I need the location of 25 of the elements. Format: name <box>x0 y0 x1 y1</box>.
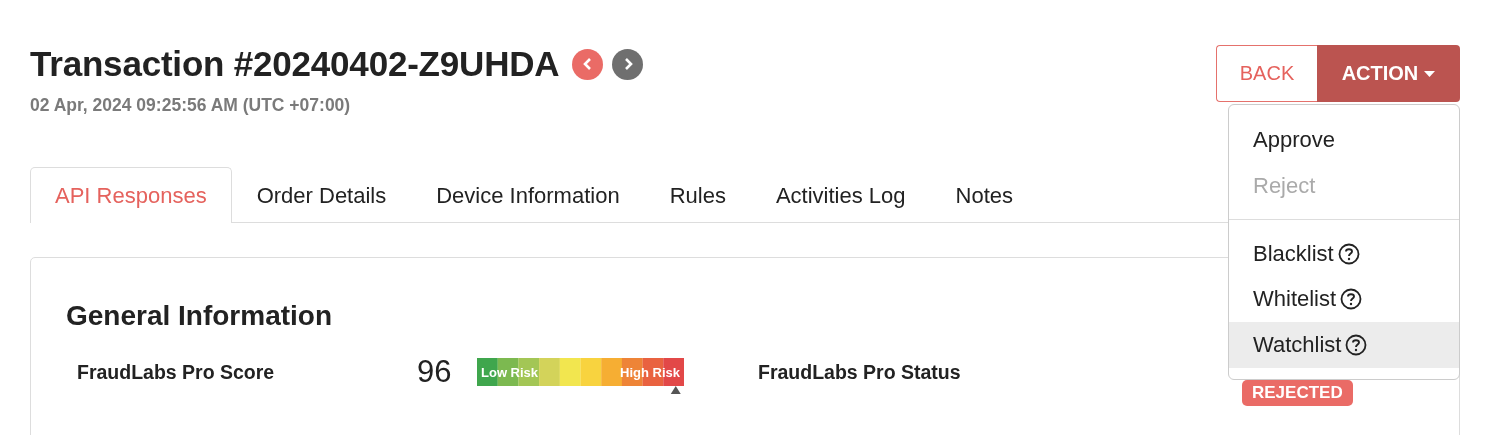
tab[interactable]: Rules <box>644 167 751 223</box>
menu-item[interactable]: Approve <box>1229 117 1459 163</box>
score-label: FraudLabs Pro Score <box>77 360 276 384</box>
tab[interactable]: Order Details <box>231 167 412 223</box>
help-icon[interactable] <box>1340 288 1363 310</box>
caret-icon <box>1424 70 1436 77</box>
low-risk-label: Low Risk <box>481 365 539 380</box>
help-icon[interactable] <box>1345 334 1368 356</box>
high-risk-label: High Risk <box>620 365 680 380</box>
transaction-title: Transaction #20240402-Z9UHDA <box>30 44 560 84</box>
card-title: General Information <box>66 300 333 332</box>
menu-item[interactable]: Watchlist <box>1229 322 1459 368</box>
tab[interactable]: Activities Log <box>750 167 931 223</box>
help-icon[interactable] <box>1337 242 1360 265</box>
tab[interactable]: Device Information <box>411 167 645 223</box>
next-button[interactable] <box>612 48 644 80</box>
menu-item[interactable]: Blacklist <box>1229 219 1459 276</box>
previous-button[interactable] <box>572 48 604 80</box>
status-badge: REJECTED <box>1242 380 1353 406</box>
action-button[interactable]: ACTION <box>1317 45 1460 102</box>
tab[interactable]: Notes <box>930 167 1038 223</box>
score-value: 96 <box>417 354 453 390</box>
status-label: FraudLabs Pro Status <box>758 360 962 384</box>
transaction-date: 02 Apr, 2024 09:25:56 AM (UTC +07:00) <box>30 95 352 116</box>
menu-item[interactable]: Whitelist <box>1229 276 1459 322</box>
